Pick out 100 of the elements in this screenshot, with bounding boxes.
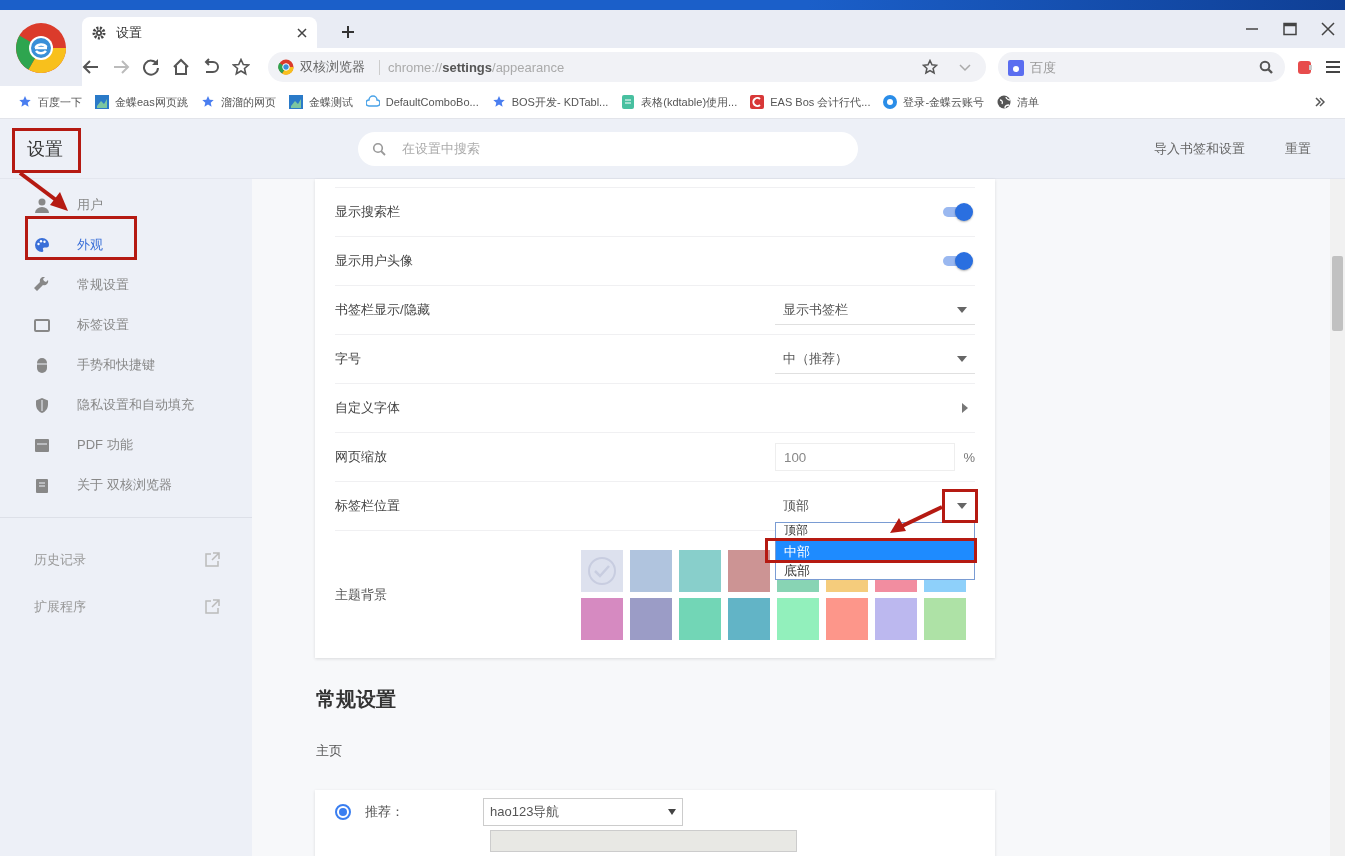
- circle-icon: [883, 95, 898, 109]
- unit-label: %: [962, 449, 975, 465]
- chevron-right-icon[interactable]: [961, 403, 969, 413]
- scrollbar[interactable]: [1330, 179, 1345, 856]
- theme-swatch[interactable]: [630, 549, 672, 592]
- bookmark[interactable]: DefaultComboBo...: [365, 95, 479, 109]
- maximize-icon[interactable]: [1283, 22, 1297, 36]
- bookmark[interactable]: 表格(kdtable)使用...: [621, 94, 738, 110]
- chart-icon: [95, 95, 109, 109]
- sidebar-item[interactable]: 外观: [0, 225, 252, 265]
- close-icon[interactable]: [297, 27, 307, 38]
- theme-swatch[interactable]: [581, 549, 623, 592]
- search-field[interactable]: 在设置中搜索: [358, 131, 858, 166]
- address-url[interactable]: chrome://settings/appearance: [379, 59, 916, 75]
- setting-label: 书签栏显示/隐藏: [335, 301, 431, 319]
- theme-swatch[interactable]: [728, 549, 770, 592]
- theme-swatch[interactable]: [826, 597, 868, 640]
- back-icon[interactable]: [82, 58, 100, 76]
- theme-swatch[interactable]: [581, 597, 623, 640]
- theme-swatch[interactable]: [875, 597, 917, 640]
- header-button[interactable]: 导入书签和设置: [1150, 135, 1249, 162]
- radio-button[interactable]: [335, 804, 351, 820]
- input-field[interactable]: 100: [775, 443, 955, 471]
- star-icon: [200, 95, 215, 109]
- caret-down-icon: [957, 306, 967, 313]
- theme-swatch[interactable]: [924, 597, 966, 640]
- star-icon[interactable]: [232, 58, 250, 76]
- setting-label: 字号: [335, 350, 362, 368]
- menu-icon[interactable]: [1325, 59, 1341, 75]
- bookmark[interactable]: BOS开发- KDTabl...: [491, 94, 609, 110]
- toggle-switch[interactable]: [941, 203, 973, 221]
- bookmark[interactable]: 百度一下: [18, 94, 82, 110]
- theme-swatch[interactable]: [728, 597, 770, 640]
- bookmark[interactable]: 溜溜的网页: [200, 94, 276, 110]
- browser-logo: [15, 22, 67, 74]
- annotation-box: [942, 489, 978, 523]
- page-title: 设置: [27, 138, 63, 159]
- shield-icon: [34, 396, 51, 414]
- bookmark[interactable]: EAS Bos 会计行代...: [750, 94, 871, 110]
- undo-icon[interactable]: [202, 58, 220, 76]
- setting-label: 显示搜索栏: [335, 203, 401, 221]
- document-icon: [621, 95, 636, 109]
- setting-label: 标签栏位置: [335, 497, 401, 515]
- extension-icon[interactable]: [1297, 59, 1313, 75]
- search-icon[interactable]: [1259, 60, 1273, 74]
- bookmark[interactable]: 登录-金蝶云账号: [883, 94, 985, 110]
- toggle-switch[interactable]: [941, 252, 973, 270]
- reload-icon[interactable]: [142, 58, 160, 76]
- palette-icon: [34, 236, 51, 254]
- dropdown-option[interactable]: 底部: [776, 562, 974, 579]
- wrench-icon: [34, 276, 51, 294]
- external-link-icon: [204, 598, 220, 615]
- setting-label: 主题背景: [335, 585, 388, 604]
- search-icon: [372, 141, 386, 156]
- external-link-icon: [204, 551, 220, 568]
- theme-swatch[interactable]: [679, 597, 721, 640]
- chart-icon: [288, 95, 303, 109]
- section-heading: 常规设置: [316, 687, 397, 712]
- annotation-arrow: [890, 505, 943, 533]
- bookmark[interactable]: 金蝶测试: [288, 94, 353, 110]
- site-name: 双核浏览器: [300, 58, 365, 76]
- bookmark[interactable]: 金蝶eas网页跳: [95, 94, 188, 110]
- globe-icon: [997, 95, 1012, 109]
- caret-down-icon: [957, 503, 967, 509]
- theme-swatch[interactable]: [630, 597, 672, 640]
- star-icon: [18, 95, 32, 109]
- bookmark[interactable]: 清单: [997, 94, 1040, 110]
- clipboard-icon: [34, 476, 51, 494]
- gear-icon: [92, 25, 106, 40]
- star-icon: [491, 95, 506, 109]
- close-icon[interactable]: [1321, 22, 1335, 36]
- input-field[interactable]: [490, 830, 797, 852]
- caret-down-icon: [668, 809, 676, 815]
- star-icon[interactable]: [922, 59, 938, 75]
- cloud-icon: [365, 95, 380, 109]
- dropdown-option[interactable]: 顶部: [776, 523, 974, 541]
- letter-c-icon: [750, 95, 765, 109]
- scrollbar-thumb[interactable]: [1332, 256, 1343, 331]
- search-field[interactable]: 百度: [998, 52, 1285, 82]
- select-field[interactable]: 顶部: [775, 491, 975, 521]
- select-field[interactable]: 显示书签栏: [775, 295, 975, 325]
- section-subheading: 主页: [316, 742, 343, 760]
- document-icon: [34, 436, 51, 454]
- option-label: 推荐：: [365, 803, 405, 821]
- annotation-arrow: [18, 171, 68, 211]
- setting-label: 显示用户头像: [335, 252, 414, 270]
- new-tab-icon[interactable]: [341, 25, 355, 39]
- home-icon[interactable]: [172, 58, 190, 76]
- header-button[interactable]: 重置: [1281, 135, 1315, 162]
- theme-swatch[interactable]: [777, 597, 819, 640]
- tab-icon: [34, 316, 51, 334]
- annotation-box: [12, 128, 81, 173]
- browser-tab[interactable]: 设置: [82, 17, 317, 48]
- setting-label: 网页缩放: [335, 448, 388, 466]
- search-engine-icon: [1008, 60, 1024, 76]
- theme-swatch[interactable]: [679, 549, 721, 592]
- select-field[interactable]: 中（推荐）: [775, 344, 975, 374]
- double-chevron-icon[interactable]: [1315, 97, 1325, 107]
- browser-logo: [278, 59, 294, 75]
- select-field[interactable]: hao123导航: [483, 798, 683, 826]
